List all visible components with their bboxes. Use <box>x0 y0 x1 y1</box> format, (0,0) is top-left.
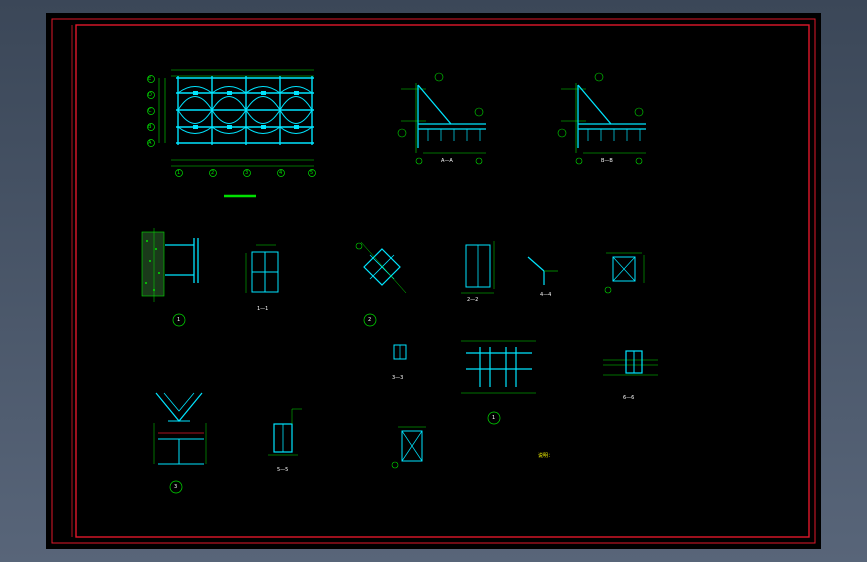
title-block-cell <box>62 53 71 79</box>
title-block-cell <box>62 101 71 127</box>
bottom-gusset-detail <box>391 426 426 469</box>
section-label-b-b: B—B <box>601 158 613 164</box>
inner-frame <box>75 24 810 538</box>
title-block-cell <box>62 387 71 413</box>
detail-2 <box>355 241 407 327</box>
grid-col-label: 1 <box>177 170 181 176</box>
section-3-3 <box>393 344 407 360</box>
section-4-4 <box>527 256 558 285</box>
beam-elevation <box>461 340 536 425</box>
section-a-a <box>397 72 486 165</box>
section-label-1-1: 1—1 <box>257 306 269 312</box>
grid-row-label: E <box>148 76 152 82</box>
detail-label-3: 3 <box>174 484 178 490</box>
drawing-viewport[interactable]: E D C B A 1 2 3 4 5 A—A B—B 1—1 2—2 3—3 … <box>46 13 821 549</box>
grid-row-label: D <box>148 92 152 98</box>
section-1-1 <box>245 244 279 293</box>
note-item <box>538 484 553 495</box>
cad-drawing <box>51 18 816 544</box>
note-item <box>538 473 553 484</box>
section-label-6-6: 6—6 <box>623 395 635 401</box>
grid-row-label: C <box>148 108 152 114</box>
grid-col-label: 3 <box>245 170 249 176</box>
grid-row-label: B <box>148 124 152 130</box>
detail-label-2: 2 <box>368 317 372 323</box>
grid-row-label: A <box>148 140 152 146</box>
section-b-b <box>557 72 646 165</box>
grid-col-label: 2 <box>211 170 215 176</box>
grid-col-label: 5 <box>310 170 314 176</box>
detail-label-4: 1 <box>492 415 496 421</box>
detail-3 <box>153 392 207 494</box>
section-5-5 <box>268 408 302 456</box>
note-item <box>538 495 553 506</box>
notes-block: 说明： <box>538 451 553 506</box>
section-label-2-2: 2—2 <box>467 297 479 303</box>
section-2-2 <box>461 241 495 294</box>
section-label-5-5: 5—5 <box>277 467 289 473</box>
title-block-cell <box>62 243 71 269</box>
section-6-6 <box>603 350 658 376</box>
title-block-cell <box>62 339 71 365</box>
note-item <box>538 462 553 473</box>
gusset-detail <box>604 252 645 294</box>
title-block-cell <box>62 291 71 317</box>
detail-label-1: 1 <box>177 317 181 323</box>
title-block-cell <box>62 195 71 221</box>
roof-plan <box>147 69 316 198</box>
section-label-4-4: 4—4 <box>540 292 552 298</box>
section-label-a-a: A—A <box>441 158 453 164</box>
notes-heading: 说明： <box>538 453 554 459</box>
detail-1 <box>141 228 199 327</box>
section-label-3-3: 3—3 <box>392 375 404 381</box>
grid-col-label: 4 <box>279 170 283 176</box>
